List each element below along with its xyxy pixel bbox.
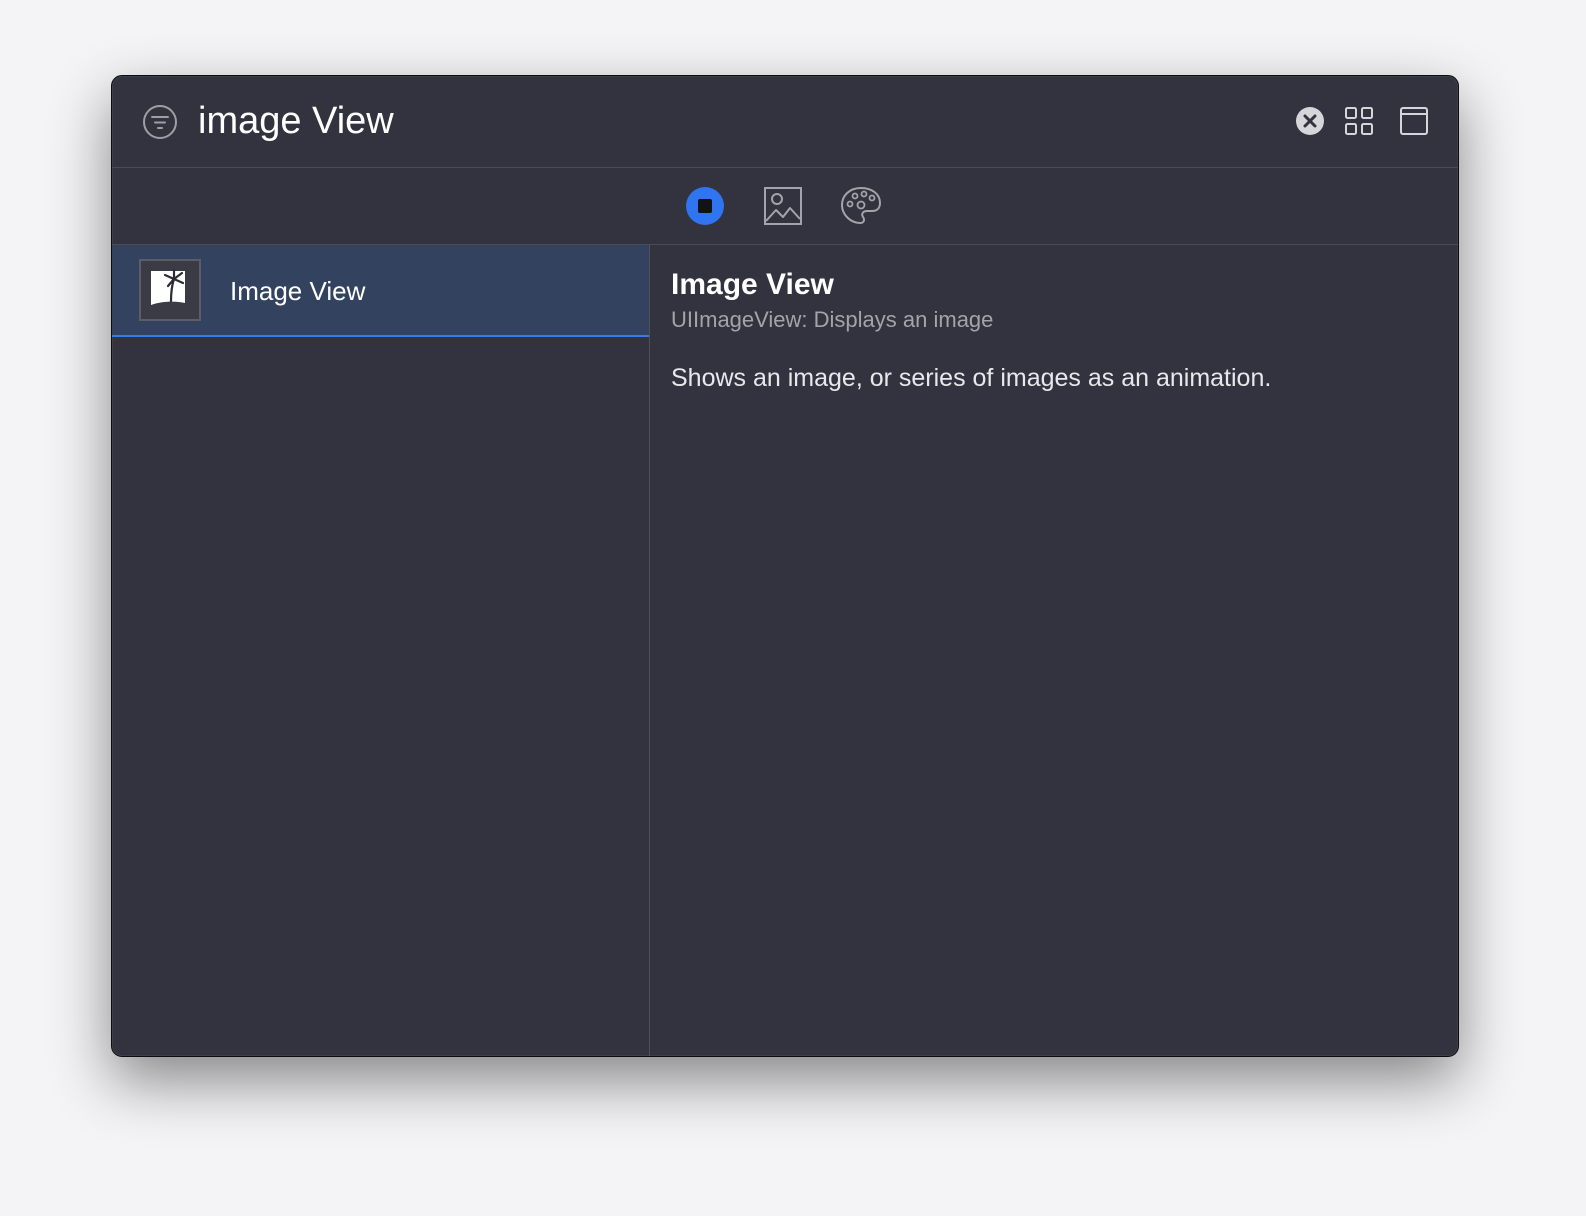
- list-item-image-view[interactable]: Image View: [112, 245, 649, 337]
- detail-description: Shows an image, or series of images as a…: [671, 364, 1272, 392]
- window-icon[interactable]: [1399, 106, 1429, 136]
- library-tab-bar: [112, 168, 1458, 245]
- list-item-label: Image View: [230, 276, 366, 306]
- library-window: image View Image View Image View UIImage…: [111, 75, 1459, 1057]
- search-bar: image View: [112, 76, 1458, 168]
- colors-tab-icon[interactable]: [839, 185, 883, 227]
- search-input[interactable]: image View: [198, 98, 394, 144]
- grid-view-icon[interactable]: [1344, 106, 1374, 136]
- filter-icon[interactable]: [142, 104, 178, 140]
- detail-subtitle: UIImageView: Displays an image: [671, 307, 994, 332]
- media-tab-icon[interactable]: [761, 185, 805, 227]
- objects-tab-icon[interactable]: [683, 185, 727, 227]
- image-view-thumb-icon: [139, 259, 201, 321]
- results-list: Image View: [112, 245, 650, 1056]
- clear-search-icon[interactable]: [1295, 106, 1325, 136]
- detail-title: Image View: [671, 268, 834, 301]
- detail-pane: Image View UIImageView: Displays an imag…: [650, 245, 1458, 1056]
